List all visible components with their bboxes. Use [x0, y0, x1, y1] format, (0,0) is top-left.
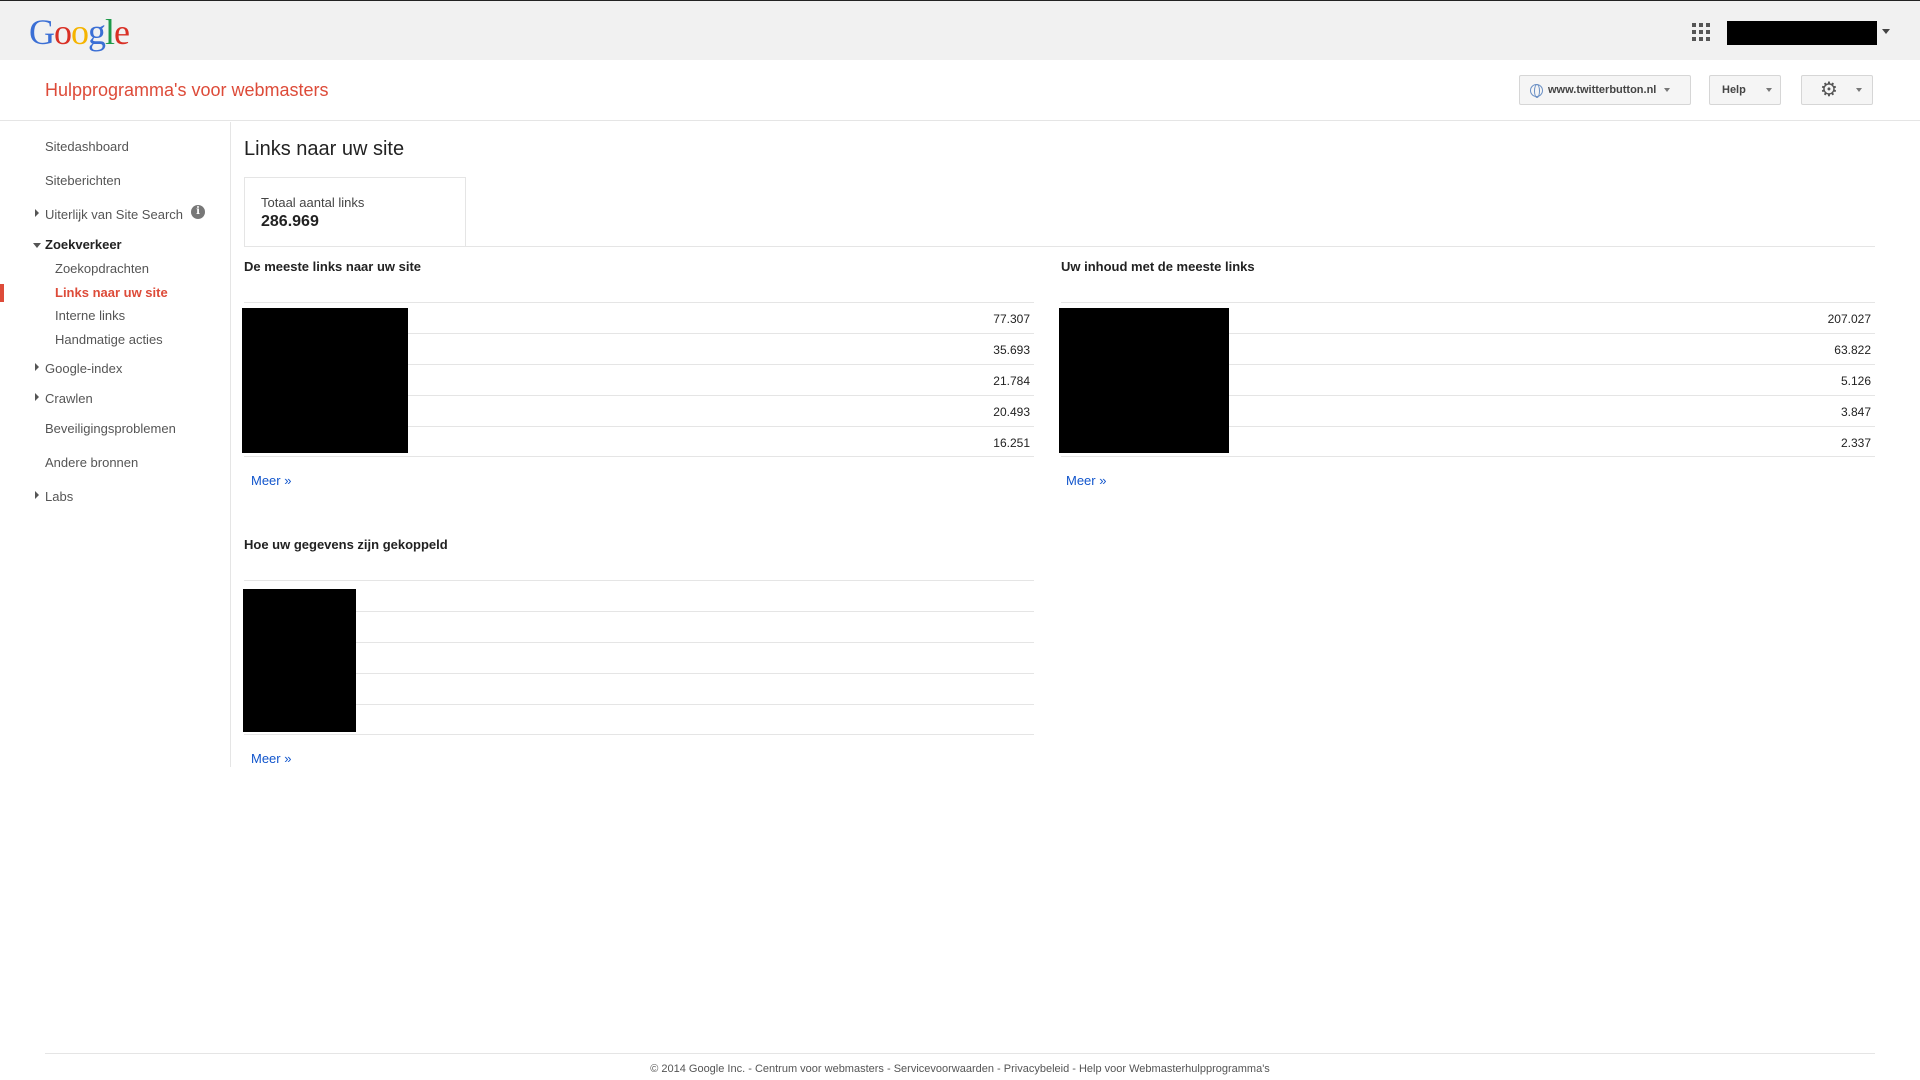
chevron-down-icon[interactable]: [1882, 29, 1890, 34]
sidebar-item-siteberichten[interactable]: Siteberichten: [45, 173, 121, 188]
logo-letter: o: [71, 12, 89, 52]
redacted-block: [1059, 308, 1229, 453]
sidebar-item-handmatige-acties[interactable]: Handmatige acties: [55, 332, 163, 347]
redacted-block: [243, 589, 356, 732]
link-count: 16.251: [993, 436, 1030, 450]
help-button[interactable]: Help: [1709, 75, 1781, 105]
footer-link-privacy[interactable]: Privacybeleid: [1004, 1063, 1069, 1075]
page-title: Links naar uw site: [244, 138, 405, 160]
collapse-arrow-icon[interactable]: [33, 243, 41, 248]
sidebar-item-zoekopdrachten[interactable]: Zoekopdrachten: [55, 261, 149, 276]
expand-arrow-icon[interactable]: [35, 491, 39, 499]
expand-arrow-icon[interactable]: [35, 209, 39, 217]
logo-letter: g: [88, 12, 106, 52]
settings-button[interactable]: ⚙: [1801, 75, 1873, 105]
sidebar-item-andere-bronnen[interactable]: Andere bronnen: [45, 455, 138, 470]
sidebar-item-crawlen[interactable]: Crawlen: [45, 391, 93, 406]
logo-letter: G: [29, 12, 55, 52]
table-row[interactable]: [244, 611, 1034, 642]
footer-link-help[interactable]: Help voor Webmasterhulpprogramma's: [1079, 1063, 1270, 1075]
footer-link-webmaster-central[interactable]: Centrum voor webmasters: [755, 1063, 884, 1075]
divider: [244, 246, 1875, 247]
link-count: 63.822: [1834, 343, 1871, 357]
link-count: 207.027: [1827, 312, 1871, 326]
more-link[interactable]: Meer »: [251, 751, 291, 766]
sidebar-item-labs[interactable]: Labs: [45, 489, 73, 504]
more-link[interactable]: Meer »: [251, 473, 291, 488]
chevron-down-icon: [1765, 88, 1772, 92]
sidebar-item-zoekverkeer[interactable]: Zoekverkeer: [45, 237, 122, 252]
footer-divider: [45, 1053, 1875, 1054]
account-switcher[interactable]: [1727, 21, 1877, 45]
expand-arrow-icon[interactable]: [35, 363, 39, 371]
section-title: Uw inhoud met de meeste links: [1061, 259, 1255, 274]
more-link[interactable]: Meer »: [1066, 473, 1106, 488]
redacted-block: [242, 308, 408, 453]
linked-data-table: [244, 580, 1034, 737]
top-bar: Google: [0, 0, 1920, 60]
footer: © 2014 Google Inc. - Centrum voor webmas…: [650, 1063, 1270, 1075]
apps-grid-icon[interactable]: [1692, 23, 1710, 41]
link-count: 21.784: [993, 374, 1030, 388]
link-count: 35.693: [993, 343, 1030, 357]
active-indicator: [0, 284, 4, 302]
sidebar-item-uiterlijk[interactable]: Uiterlijk van Site Search: [45, 207, 183, 222]
table-row[interactable]: [244, 704, 1034, 735]
logo-letter: e: [114, 12, 130, 52]
globe-icon: [1530, 83, 1543, 98]
link-count: 20.493: [993, 405, 1030, 419]
link-count: 3.847: [1840, 405, 1871, 419]
google-logo[interactable]: Google: [29, 12, 130, 52]
help-label: Help: [1722, 84, 1746, 96]
site-selector-button[interactable]: www.twitterbutton.nl: [1519, 75, 1691, 105]
link-count: 2.337: [1840, 436, 1871, 450]
info-icon[interactable]: i: [191, 205, 205, 219]
link-count: 77.307: [993, 312, 1030, 326]
section-title: Hoe uw gegevens zijn gekoppeld: [244, 537, 448, 552]
product-header: Hulpprogramma's voor webmasters www.twit…: [0, 60, 1920, 121]
table-row[interactable]: [244, 642, 1034, 673]
expand-arrow-icon[interactable]: [35, 393, 39, 401]
table-row[interactable]: [244, 673, 1034, 704]
logo-letter: l: [105, 12, 115, 52]
chevron-down-icon: [1855, 88, 1862, 92]
section-title: De meeste links naar uw site: [244, 259, 422, 274]
chevron-down-icon: [1664, 88, 1671, 92]
site-selector-label: www.twitterbutton.nl: [1548, 84, 1657, 96]
link-count: 5.126: [1840, 374, 1871, 388]
copyright: © 2014 Google Inc.: [650, 1063, 746, 1075]
total-links-card: Totaal aantal links 286.969: [244, 177, 466, 246]
table-row[interactable]: [244, 580, 1034, 611]
sidebar-item-sitedashboard[interactable]: Sitedashboard: [45, 139, 129, 154]
product-name[interactable]: Hulpprogramma's voor webmasters: [45, 80, 329, 101]
sidebar-item-google-index[interactable]: Google-index: [45, 361, 122, 376]
total-links-label: Totaal aantal links: [261, 195, 365, 210]
total-links-value: 286.969: [261, 213, 319, 230]
footer-link-terms[interactable]: Servicevoorwaarden: [894, 1063, 994, 1075]
sidebar-item-beveiligingsproblemen[interactable]: Beveiligingsproblemen: [45, 421, 176, 436]
sidebar-item-interne-links[interactable]: Interne links: [55, 308, 125, 323]
logo-letter: o: [54, 12, 72, 52]
sidebar-item-links-naar-uw-site[interactable]: Links naar uw site: [55, 285, 168, 300]
gear-icon: ⚙: [1820, 79, 1838, 101]
